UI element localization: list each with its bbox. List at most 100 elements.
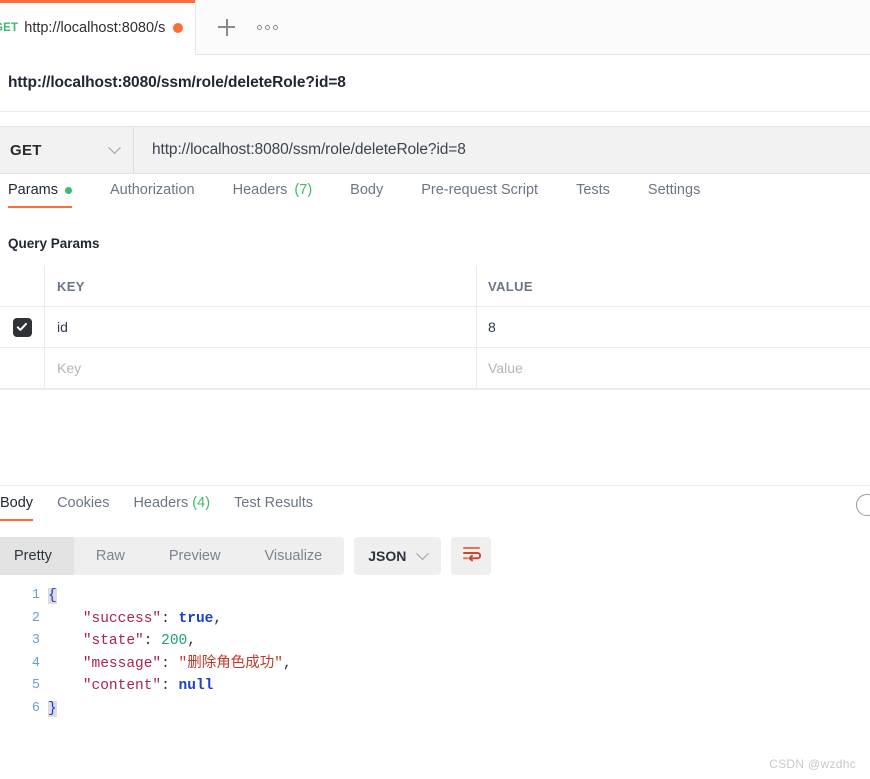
line-number: 2 [31, 610, 40, 626]
tab-tests-label: Tests [576, 182, 610, 198]
response-body-json-viewer[interactable]: 1 { 2 "success": true, 3 "state": 200, 4… [0, 585, 870, 735]
query-params-heading: Query Params [8, 236, 100, 251]
close-brace: } [48, 700, 57, 717]
tab-params-label: Params [8, 182, 58, 198]
code-line: 1 { [0, 585, 870, 608]
chevron-down-icon [108, 140, 121, 154]
tab-strip-actions [196, 0, 278, 54]
code-line-content: "message": "删除角色成功", [48, 653, 292, 676]
json-key: "content" [82, 678, 162, 694]
new-tab-plus-icon[interactable] [218, 18, 235, 36]
tab-headers-label: Headers [232, 182, 288, 198]
column-header-key: KEY [57, 278, 85, 294]
word-wrap-icon [462, 545, 481, 567]
params-active-dot-icon [64, 186, 72, 194]
code-line-content: "content": null [48, 675, 214, 698]
row-key-text: id [57, 319, 68, 335]
http-method-select[interactable]: GET [0, 127, 134, 173]
code-line: 2 "success": true, [0, 608, 870, 631]
json-punct: , [282, 655, 292, 672]
http-method-label: GET [10, 141, 42, 159]
request-url-input[interactable]: http://localhost:8080/ssm/role/deleteRol… [134, 127, 870, 173]
code-line-content: "success": true, [48, 608, 222, 631]
json-value: null [178, 678, 214, 694]
line-number: 4 [31, 655, 40, 671]
column-header-value: VALUE [488, 278, 533, 294]
empty-row-checkbox-cell [0, 348, 45, 388]
row-checkbox-cell [0, 307, 45, 347]
row-value-text: 8 [488, 319, 496, 335]
request-tab-strip: GET http://localhost:8080/s [0, 0, 870, 55]
response-tab-cookies-label: Cookies [57, 495, 110, 511]
view-mode-visualize[interactable]: Visualize [242, 537, 344, 575]
tab-authorization-label: Authorization [109, 182, 195, 198]
line-number: 6 [31, 700, 40, 716]
response-format-label: JSON [368, 548, 407, 564]
tab-body-label: Body [350, 182, 384, 198]
tab-tests[interactable]: Tests [576, 174, 628, 210]
params-bottom-divider [0, 389, 870, 390]
tab-settings-label: Settings [647, 182, 701, 198]
response-tab-cookies[interactable]: Cookies [57, 489, 109, 523]
tab-authorization[interactable]: Authorization [110, 174, 213, 210]
word-wrap-toggle[interactable] [451, 537, 492, 575]
empty-row-value-cell[interactable]: Value [477, 348, 870, 388]
json-key: "message" [82, 655, 162, 672]
response-view-controls: Pretty Raw Preview Visualize JSON [0, 535, 870, 577]
json-key: "success" [82, 610, 162, 627]
row-key-cell[interactable]: id [45, 307, 477, 347]
json-punct: , [213, 610, 223, 627]
view-mode-preview-label: Preview [168, 548, 221, 564]
query-params-table: KEY VALUE id 8 Key Value [0, 266, 870, 389]
response-tab-test-results[interactable]: Test Results [234, 489, 313, 523]
tab-settings[interactable]: Settings [648, 174, 718, 210]
json-value: true [178, 610, 214, 627]
code-line: 3 "state": 200, [0, 630, 870, 653]
watermark: CSDN @wzdhc [769, 757, 856, 771]
row-checkbox[interactable] [12, 317, 32, 337]
view-mode-visualize-label: Visualize [264, 548, 323, 564]
page-title: http://localhost:8080/ssm/role/deleteRol… [0, 55, 870, 112]
row-value-cell[interactable]: 8 [477, 307, 870, 347]
empty-row-key-cell[interactable]: Key [45, 348, 477, 388]
table-row-empty[interactable]: Key Value [0, 348, 870, 389]
view-mode-pretty-label: Pretty [14, 548, 52, 564]
json-punct: , [187, 633, 196, 649]
json-punct: : [143, 633, 162, 649]
view-mode-preview[interactable]: Preview [147, 537, 243, 575]
json-value: "删除角色成功" [178, 655, 283, 672]
view-mode-raw-label: Raw [95, 548, 125, 564]
code-line: 4 "message": "删除角色成功", [0, 653, 870, 676]
table-row[interactable]: id 8 [0, 307, 870, 348]
unsaved-indicator-icon [173, 22, 184, 33]
tab-headers-count: (7) [294, 182, 313, 198]
open-brace: { [48, 588, 57, 604]
table-header-row: KEY VALUE [0, 266, 870, 307]
line-number: 5 [31, 678, 40, 693]
empty-row-key-placeholder: Key [57, 360, 82, 376]
view-mode-raw[interactable]: Raw [74, 537, 147, 575]
more-options-icon[interactable] [257, 24, 278, 30]
tab-body[interactable]: Body [350, 174, 401, 210]
response-format-select[interactable]: JSON [354, 537, 442, 575]
response-tab-test-results-label: Test Results [234, 495, 314, 511]
request-bar: GET http://localhost:8080/ssm/role/delet… [0, 126, 870, 174]
tab-pre-request-script[interactable]: Pre-request Script [421, 174, 556, 210]
response-section-tabs: Body Cookies Headers (4) Test Results [0, 489, 870, 531]
response-tab-body[interactable]: Body [0, 489, 34, 523]
empty-row-value-placeholder: Value [488, 360, 523, 376]
request-tab-active[interactable]: GET http://localhost:8080/s [0, 0, 196, 55]
response-view-mode-group: Pretty Raw Preview Visualize [0, 537, 345, 575]
tab-params[interactable]: Params [8, 174, 90, 210]
response-tab-body-label: Body [0, 495, 34, 511]
header-key-cell: KEY [45, 266, 477, 306]
response-tab-headers[interactable]: Headers (4) [133, 489, 210, 523]
tab-headers[interactable]: Headers (7) [233, 174, 331, 210]
view-mode-pretty[interactable]: Pretty [0, 537, 74, 575]
postman-window: GET http://localhost:8080/s http://local… [0, 0, 870, 779]
chevron-down-icon [416, 546, 430, 560]
line-number: 3 [31, 633, 40, 648]
code-line: 6 } [0, 698, 870, 721]
response-pane-divider[interactable] [0, 485, 870, 486]
json-value: 200 [161, 633, 188, 649]
